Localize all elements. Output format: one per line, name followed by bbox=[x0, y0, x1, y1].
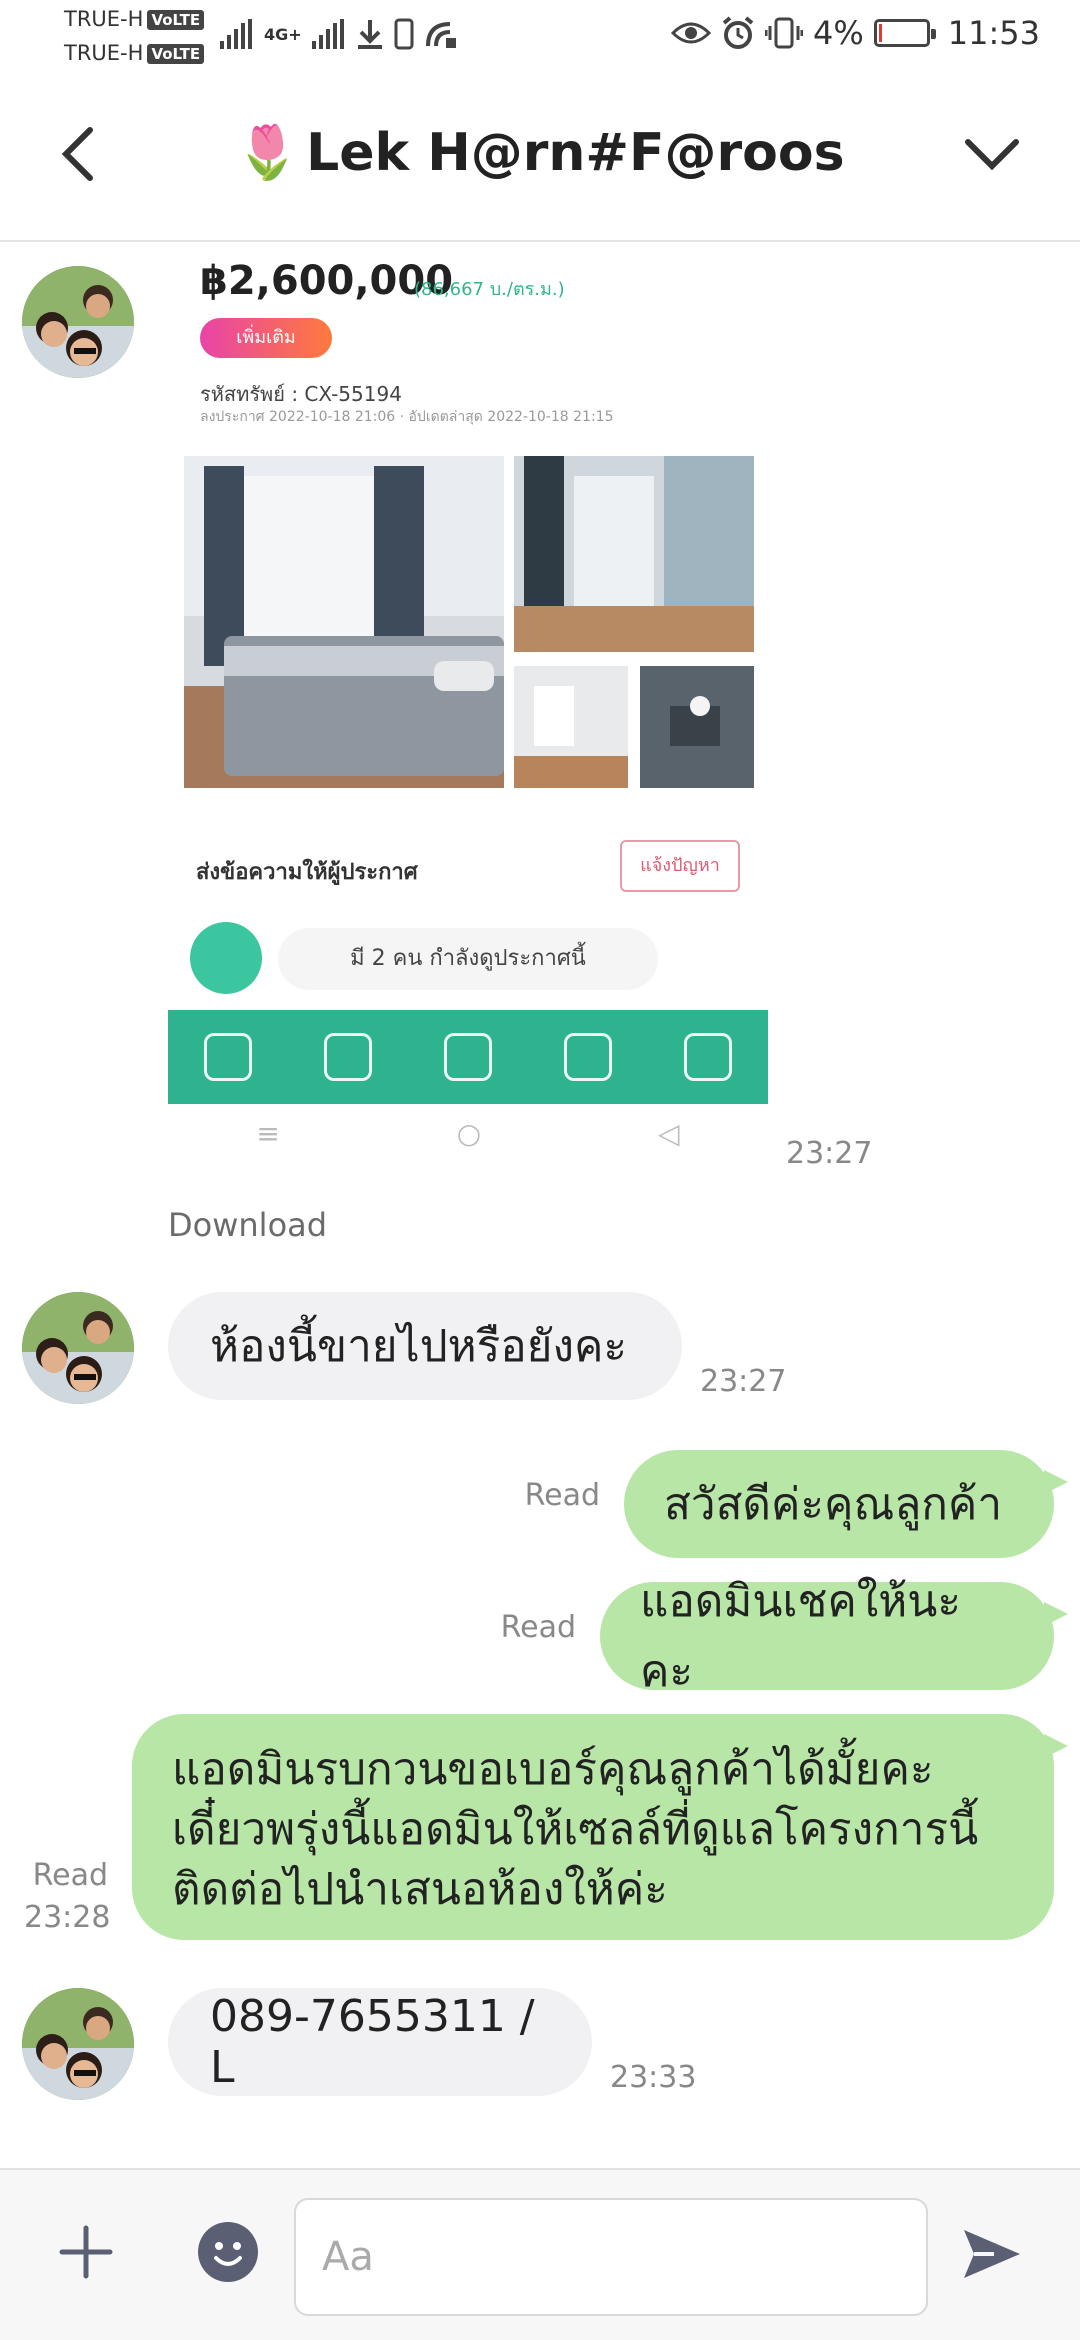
message-text: สวัสดีค่ะคุณลูกค้า bbox=[664, 1479, 1003, 1530]
phone-nav-row: ≡ ○ ◁ bbox=[256, 1116, 680, 1150]
shared-screenshot-image[interactable]: ฿2,600,000 (86,667 บ./ตร.ม.) เพิ่มเติม ร… bbox=[168, 242, 768, 1162]
listing-tag: เพิ่มเติม bbox=[200, 318, 332, 358]
hotspot-icon bbox=[425, 22, 456, 48]
alarm-icon bbox=[722, 16, 754, 49]
battery-icon bbox=[873, 19, 936, 47]
contact-seller-link: ส่งข้อความให้ผู้ประกาศ bbox=[196, 860, 418, 885]
status-bar: TRUE-H VoLTE TRUE-H VoLTE 4G+ 4% 11:53 bbox=[0, 0, 1080, 78]
send-icon[interactable] bbox=[960, 2222, 1024, 2286]
room-photo-3 bbox=[514, 666, 628, 788]
message-time: 23:33 bbox=[610, 2060, 697, 2095]
sim-icon bbox=[394, 18, 414, 50]
incoming-message[interactable]: 089-7655311 / L bbox=[168, 1988, 592, 2096]
download-icon bbox=[357, 20, 382, 49]
read-status: Read bbox=[500, 1610, 576, 1645]
message-text: แอดมินเชคให้นะคะ bbox=[640, 1576, 961, 1697]
app-bottom-bar bbox=[168, 1010, 768, 1104]
message-text: ห้องนี้ขายไปหรือยังคะ bbox=[210, 1321, 628, 1372]
battery-percent: 4% bbox=[813, 14, 864, 52]
signal-icon-2 bbox=[311, 19, 344, 49]
read-status: Read bbox=[32, 1858, 108, 1893]
chat-title[interactable]: 🌷 Lek H@rn#F@roos bbox=[0, 122, 1080, 184]
contact-name: Lek H@rn#F@roos bbox=[306, 122, 845, 183]
carrier-1: TRUE-H VoLTE bbox=[64, 4, 205, 34]
emoji-icon[interactable] bbox=[198, 2222, 258, 2282]
message-time: 23:27 bbox=[700, 1364, 787, 1399]
avatar[interactable] bbox=[22, 1292, 134, 1404]
outgoing-message[interactable]: แอดมินเชคให้นะคะ bbox=[600, 1576, 1068, 1697]
listing-meta: ลงประกาศ 2022-10-18 21:06 · อัปเดตล่าสุด… bbox=[200, 409, 614, 425]
download-link[interactable]: Download bbox=[168, 1206, 327, 1244]
message-line: เดี๋ยวพรุ่งนี้แอดมินให้เซลล์ที่ดูแลโครงก… bbox=[172, 1804, 979, 1855]
network-type: 4G+ bbox=[264, 24, 302, 44]
viewer-count-banner: มี 2 คน กำลังดูประกาศนี้ bbox=[278, 928, 658, 990]
chevron-down-icon[interactable] bbox=[962, 130, 1022, 178]
report-button: แจ้งปัญหา bbox=[620, 840, 740, 892]
message-time: 23:28 bbox=[24, 1900, 111, 1935]
message-input-bar: Aa bbox=[0, 2168, 1080, 2340]
clock: 11:53 bbox=[947, 14, 1040, 52]
incoming-message[interactable]: ห้องนี้ขายไปหรือยังคะ bbox=[168, 1292, 682, 1400]
avatar[interactable] bbox=[22, 1988, 134, 2100]
tulip-emoji: 🌷 bbox=[235, 123, 301, 183]
chat-header: 🌷 Lek H@rn#F@roos bbox=[0, 78, 1080, 242]
plus-icon[interactable] bbox=[58, 2224, 114, 2280]
avatar[interactable] bbox=[22, 266, 134, 378]
outgoing-message[interactable]: แอดมินรบกวนขอเบอร์คุณลูกค้าได้มั้ยคะ เดี… bbox=[132, 1714, 1068, 1940]
message-text: 089-7655311 / L bbox=[210, 1991, 535, 2093]
carrier-2: TRUE-H VoLTE bbox=[64, 38, 205, 68]
bot-icon bbox=[190, 922, 262, 994]
read-status: Read bbox=[524, 1478, 600, 1513]
eye-icon bbox=[671, 22, 712, 44]
message-time: 23:27 bbox=[786, 1136, 873, 1171]
message-line: ติดต่อไปนำเสนอห้องให้ค่ะ bbox=[172, 1864, 668, 1915]
status-right: 4% 11:53 bbox=[671, 14, 1040, 52]
vibrate-icon bbox=[765, 17, 804, 49]
signal-icon bbox=[220, 19, 252, 49]
room-photo-main bbox=[184, 456, 504, 788]
room-photo-2 bbox=[514, 456, 754, 652]
listing-price-per-sqm: (86,667 บ./ตร.ม.) bbox=[414, 279, 565, 300]
signal-group: 4G+ bbox=[220, 18, 460, 50]
outgoing-message[interactable]: สวัสดีค่ะคุณลูกค้า bbox=[624, 1450, 1068, 1558]
room-photo-4 bbox=[640, 666, 754, 788]
message-line: แอดมินรบกวนขอเบอร์คุณลูกค้าได้มั้ยคะ bbox=[172, 1744, 934, 1795]
message-input[interactable]: Aa bbox=[294, 2198, 928, 2316]
